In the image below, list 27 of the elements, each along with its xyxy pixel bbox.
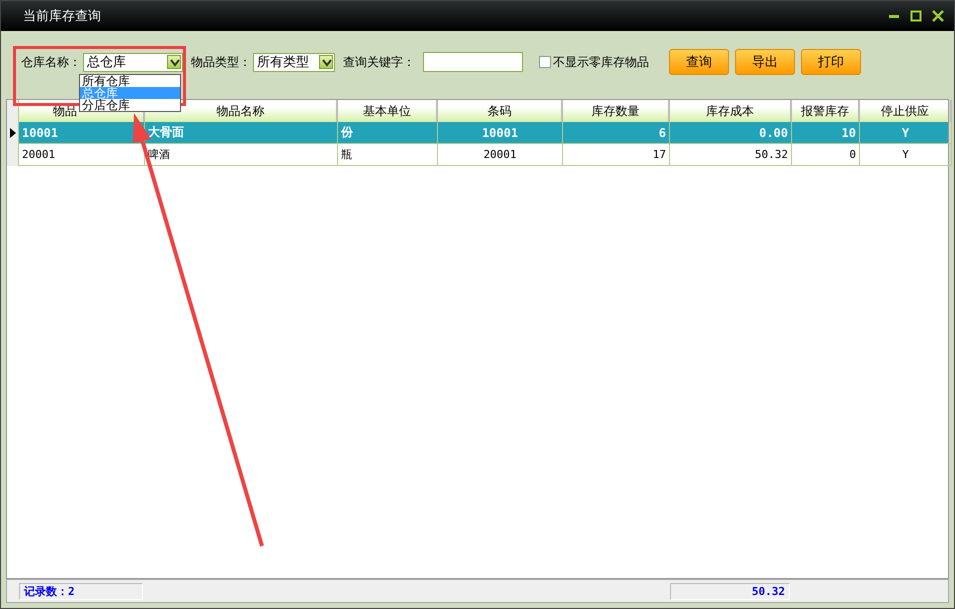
field-label: 仓库名称： xyxy=(21,54,81,70)
table-cell: 20001 xyxy=(438,144,563,166)
dropdown-option[interactable]: 所有仓库 xyxy=(80,75,180,87)
table-cell: Y xyxy=(860,122,952,144)
table-cell: 6 xyxy=(563,122,670,144)
table-cell: 17 xyxy=(563,144,670,166)
table-cell: 10001 xyxy=(438,122,563,144)
table-cell: Y xyxy=(860,144,952,166)
table-cell: 0.00 xyxy=(670,122,792,144)
window-title: 当前库存查询 xyxy=(23,8,102,25)
field-label: 查询关键字： xyxy=(343,54,415,70)
table-cell: 瓶 xyxy=(338,144,438,166)
table-cell: 20001 xyxy=(19,144,145,166)
table-cell: 份 xyxy=(338,122,438,144)
table-cell: 10 xyxy=(792,122,860,144)
print-button[interactable]: 打印 xyxy=(801,49,861,75)
checkbox-label: 不显示零库存物品 xyxy=(553,54,649,70)
total-cost: 50.32 xyxy=(670,582,790,600)
table-cell: 0 xyxy=(792,144,860,166)
warehouse-dropdown[interactable]: 总仓库 xyxy=(83,52,183,72)
category-dropdown[interactable]: 所有类型 xyxy=(253,52,335,72)
field-label: 物品类型： xyxy=(191,54,251,70)
table-cell: 啤酒 xyxy=(145,144,338,166)
query-button[interactable]: 查询 xyxy=(669,49,729,75)
table-cell: 50.32 xyxy=(670,144,792,166)
record-count: 记录数：2 xyxy=(19,582,143,600)
export-button[interactable]: 导出 xyxy=(735,49,795,75)
